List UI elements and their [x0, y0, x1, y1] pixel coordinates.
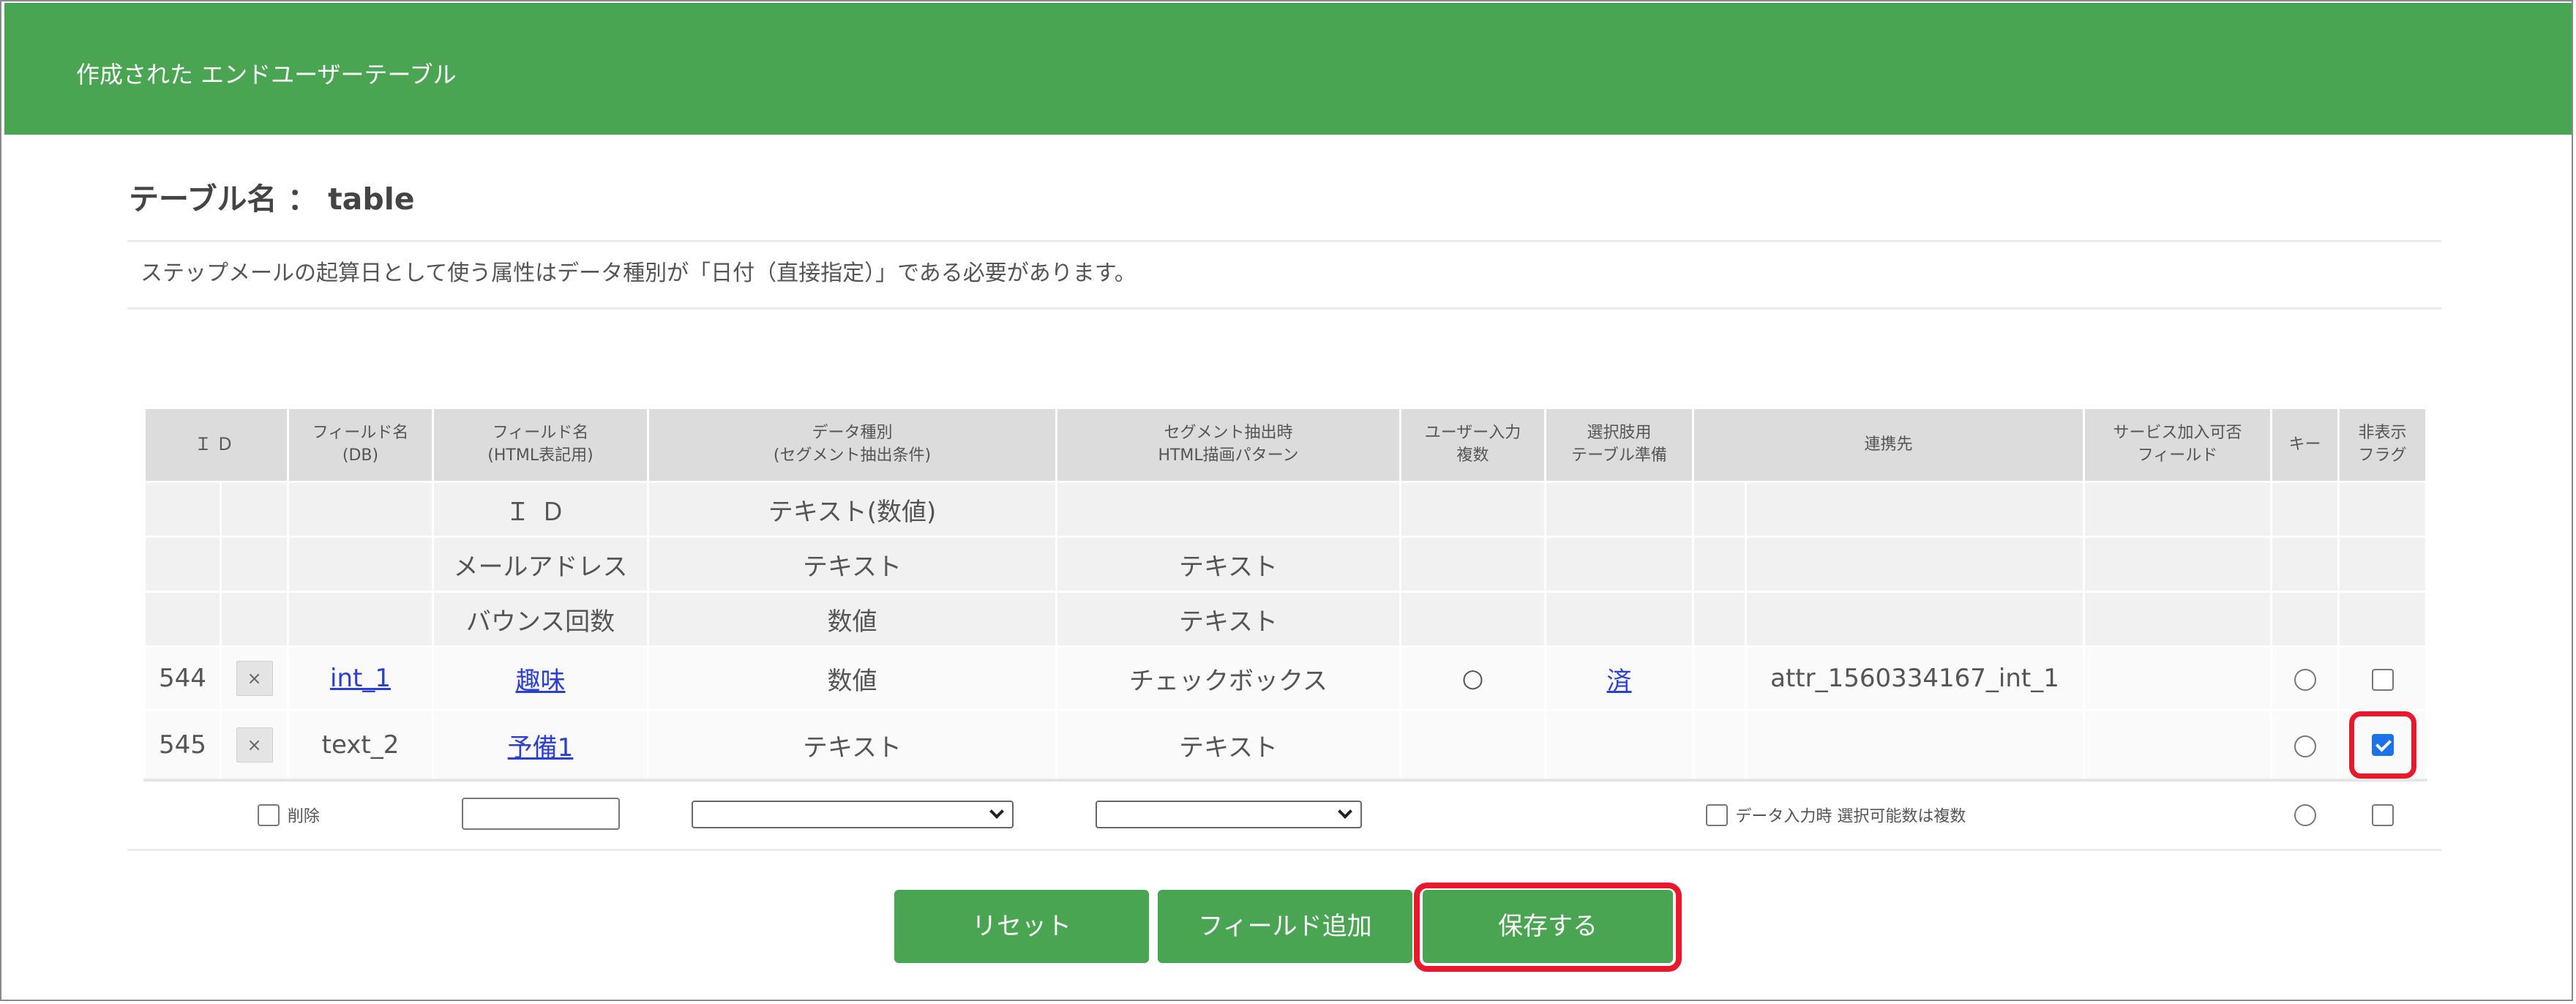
new-field-row: 削除 データ入力時 選択可能数は複数: [143, 779, 2428, 848]
col-header-select-table: 選択肢用 テーブル準備: [1544, 407, 1694, 483]
field-html-link[interactable]: 趣味: [516, 667, 566, 696]
delete-row-button[interactable]: ×: [236, 661, 273, 696]
delete-checkbox[interactable]: [258, 803, 280, 826]
table-row: 545 × text_2 予備1 テキスト テキスト: [143, 709, 2428, 782]
delete-row-button[interactable]: ×: [236, 727, 273, 763]
reset-button[interactable]: リセット: [894, 890, 1149, 963]
field-db-cell: text_2: [287, 709, 434, 782]
table-row: ＩＤ テキスト(数値): [143, 481, 2428, 538]
field-table: ＩＤ フィールド名 (DB) フィールド名 (HTML表記用) データ種別 (セグメン…: [143, 407, 2428, 848]
col-header-field-db: フィールド名 (DB): [287, 407, 434, 483]
segment-select[interactable]: [1095, 801, 1362, 829]
multi-select-label: データ入力時 選択可能数は複数: [1735, 807, 1966, 826]
col-header-link: 連携先: [1691, 407, 2086, 483]
select-table-link[interactable]: 済: [1607, 667, 1632, 696]
field-html-cell: メールアドレス: [432, 536, 649, 593]
link-cell: [1744, 709, 2086, 782]
id-cell: 545: [143, 709, 222, 782]
col-header-field-html: フィールド名 (HTML表記用): [432, 407, 649, 483]
header-bar: 作成された エンドユーザーテーブル: [4, 3, 2572, 135]
key-radio[interactable]: [2294, 668, 2316, 691]
highlight-box: [1414, 883, 1682, 972]
id-cell: 544: [143, 645, 222, 711]
data-type-select[interactable]: [691, 801, 1014, 829]
key-radio[interactable]: [2294, 735, 2316, 757]
data-type-cell: 数値: [647, 645, 1057, 711]
segment-cell: チェックボックス: [1055, 645, 1401, 711]
field-html-cell: バウンス回数: [432, 591, 649, 648]
col-header-id: ＩＤ: [143, 407, 289, 483]
hidden-flag-checkbox[interactable]: [2371, 734, 2394, 756]
delete-label: 削除: [287, 807, 320, 826]
multi-select-checkbox[interactable]: [1705, 803, 1728, 826]
segment-cell: テキスト: [1055, 709, 1401, 782]
field-db-link[interactable]: int_1: [330, 664, 391, 693]
data-type-cell: テキスト: [647, 536, 1057, 593]
segment-cell: [1055, 481, 1401, 538]
table-name-heading: テーブル名 ： table: [129, 181, 415, 217]
segment-cell: テキスト: [1055, 536, 1401, 593]
add-field-button[interactable]: フィールド追加: [1158, 890, 1412, 963]
data-type-cell: 数値: [647, 591, 1057, 648]
field-html-link[interactable]: 予備1: [508, 733, 574, 763]
col-header-service: サービス加入可否 フィールド: [2083, 407, 2273, 483]
col-header-data-type: データ種別 (セグメント抽出条件): [647, 407, 1057, 483]
col-header-key: キー: [2270, 407, 2340, 483]
new-field-name-input[interactable]: [461, 798, 620, 830]
hidden-flag-checkbox[interactable]: [2371, 803, 2394, 826]
select-table-cell: [1544, 709, 1694, 782]
field-html-cell: ＩＤ: [432, 481, 649, 538]
hidden-flag-checkbox[interactable]: [2371, 668, 2394, 691]
col-header-user-input: ユーザー入力 複数: [1399, 407, 1546, 483]
divider: [127, 240, 2441, 242]
table-row: 544 × int_1 趣味 数値 チェックボックス ○ 済 attr_1560…: [143, 645, 2428, 711]
notice-text: ステップメールの起算日として使う属性はデータ種別が「日付（直接指定）」である必要…: [141, 261, 1137, 286]
data-type-cell: テキスト(数値): [647, 481, 1057, 538]
data-type-cell: テキスト: [647, 709, 1057, 782]
key-radio[interactable]: [2294, 803, 2316, 826]
divider: [127, 307, 2441, 310]
divider: [127, 849, 2441, 851]
col-header-segment: セグメント抽出時 HTML描画パターン: [1055, 407, 1401, 483]
col-header-hidden: 非表示 フラグ: [2337, 407, 2428, 483]
user-input-cell: [1399, 709, 1546, 782]
table-row: バウンス回数 数値 テキスト: [143, 591, 2428, 648]
user-input-cell: ○: [1399, 645, 1546, 711]
table-row: メールアドレス テキスト テキスト: [143, 536, 2428, 593]
link-cell: attr_1560334167_int_1: [1744, 645, 2086, 711]
header-title: 作成された エンドユーザーテーブル: [76, 61, 457, 89]
segment-cell: テキスト: [1055, 591, 1401, 648]
highlight-box: [2348, 712, 2416, 779]
